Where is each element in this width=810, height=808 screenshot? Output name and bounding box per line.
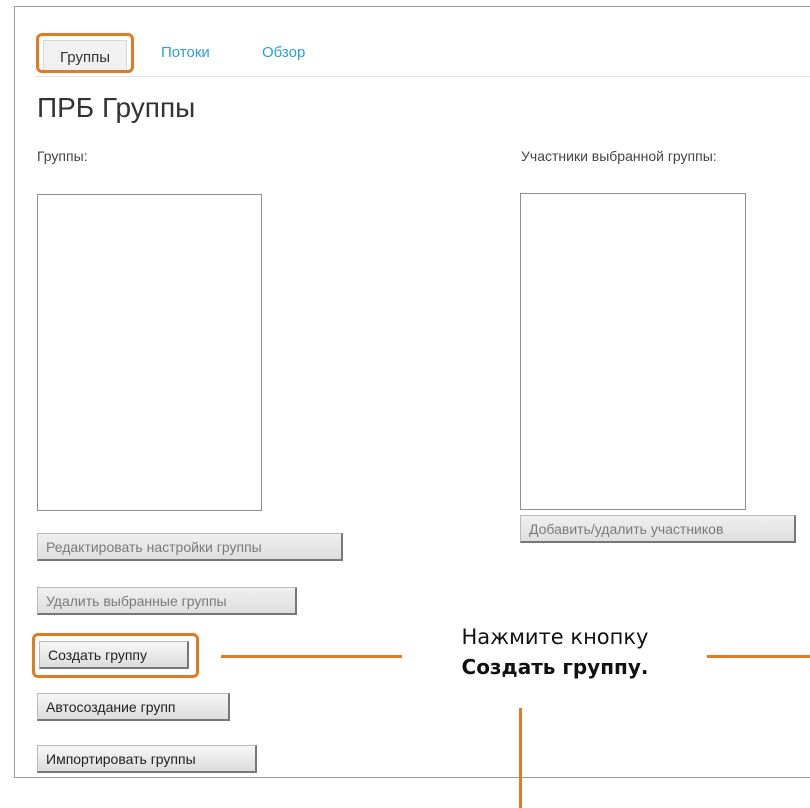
callout-annotation: Нажмите кнопку Создать группу. xyxy=(400,622,710,682)
page-title: ПРБ Группы xyxy=(37,92,196,123)
tab-groups[interactable]: Группы xyxy=(36,33,134,73)
groups-listbox[interactable] xyxy=(37,194,262,511)
import-groups-button[interactable]: Импортировать группы xyxy=(37,745,257,773)
callout-connector-right xyxy=(707,655,810,658)
tab-groups-label: Группы xyxy=(43,40,127,70)
callout-connector-left xyxy=(221,655,402,658)
callout-line-2: Создать группу. xyxy=(461,655,649,679)
create-group-button[interactable]: Создать группу xyxy=(39,641,189,669)
members-listbox[interactable] xyxy=(520,193,746,510)
add-remove-members-button[interactable]: Добавить/удалить участников xyxy=(520,515,796,543)
members-label: Участники выбранной группы: xyxy=(521,148,717,164)
groups-label: Группы: xyxy=(37,148,88,164)
callout-connector-down xyxy=(519,708,522,808)
tab-flows[interactable]: Потоки xyxy=(161,33,210,73)
callout-line-1: Нажмите кнопку xyxy=(461,625,649,649)
delete-selected-groups-button[interactable]: Удалить выбранные группы xyxy=(37,587,297,615)
tabs-divider xyxy=(35,76,810,77)
auto-create-groups-button[interactable]: Автосоздание групп xyxy=(37,693,230,721)
edit-group-settings-button[interactable]: Редактировать настройки группы xyxy=(37,533,343,561)
tab-overview[interactable]: Обзор xyxy=(262,33,305,73)
